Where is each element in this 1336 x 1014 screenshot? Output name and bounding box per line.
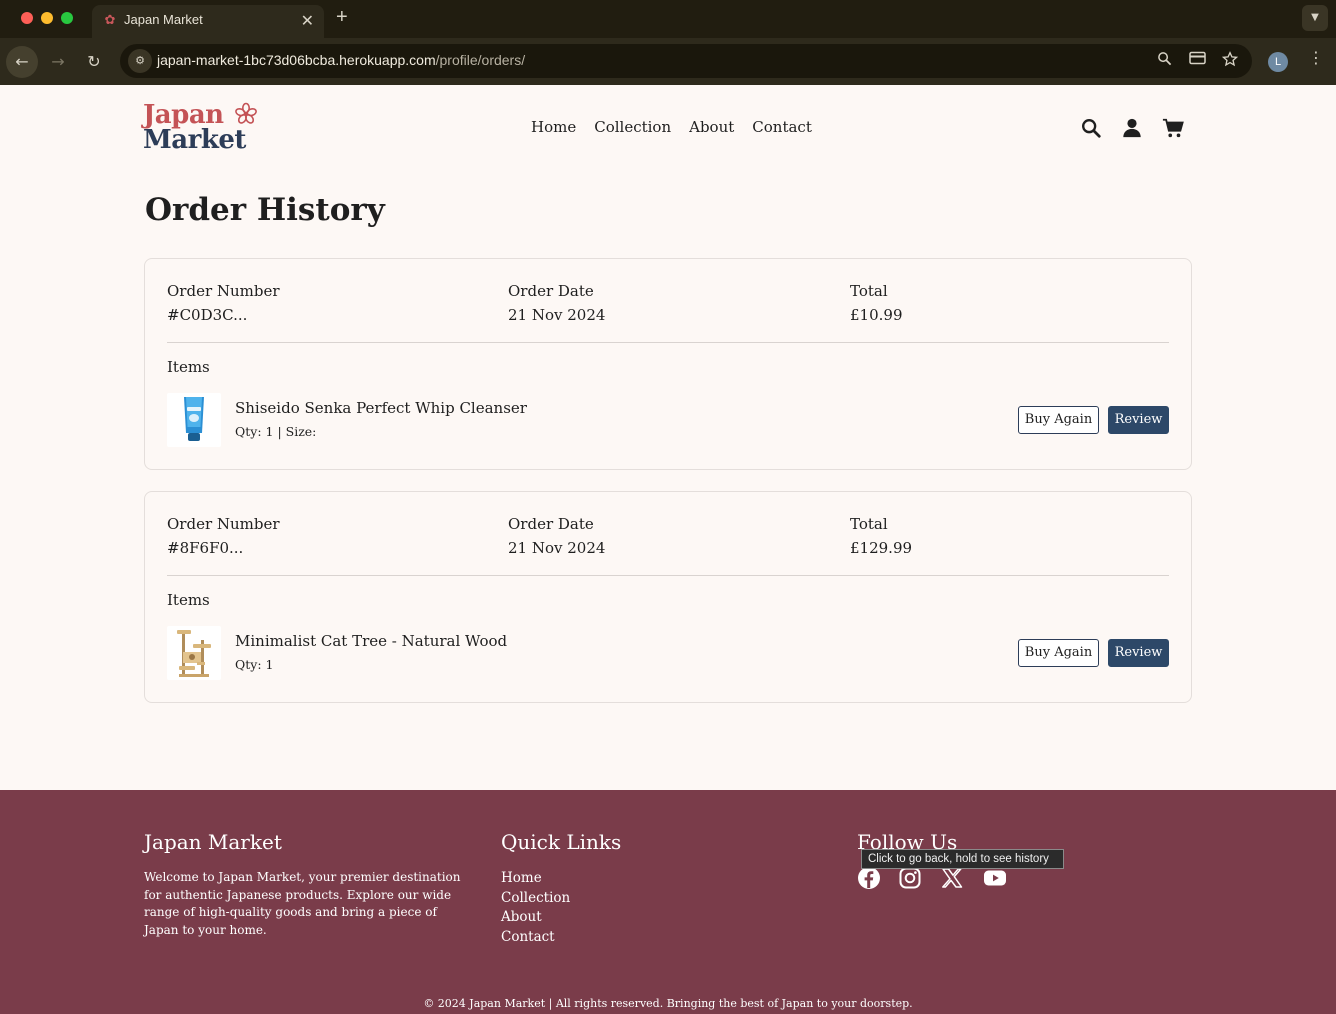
- order-date-block: Order Date 21 Nov 2024: [508, 515, 605, 557]
- order-number-block: Order Number #8F6F0...: [167, 515, 280, 557]
- order-date-label: Order Date: [508, 282, 594, 300]
- cherry-blossom-icon: [235, 102, 257, 124]
- divider: [167, 575, 1169, 576]
- footer-link-contact[interactable]: Contact: [501, 928, 621, 948]
- order-number-label: Order Number: [167, 282, 280, 300]
- profile-avatar[interactable]: L: [1268, 52, 1288, 72]
- product-thumbnail[interactable]: [167, 393, 221, 447]
- footer-about: Japan Market Welcome to Japan Market, yo…: [144, 830, 474, 939]
- divider: [167, 342, 1169, 343]
- order-total-value: £10.99: [850, 306, 903, 324]
- cart-icon[interactable]: [1162, 117, 1184, 139]
- search-icon[interactable]: [1080, 117, 1102, 139]
- order-card: Order Number #8F6F0... Order Date 21 Nov…: [144, 491, 1192, 703]
- copyright-text: © 2024 Japan Market | All rights reserve…: [423, 997, 913, 1010]
- nav-collection[interactable]: Collection: [594, 118, 671, 136]
- buy-again-button[interactable]: Buy Again: [1018, 639, 1099, 667]
- review-button[interactable]: Review: [1108, 406, 1169, 434]
- tab-strip: ✿ Japan Market ✕ + ▼: [0, 0, 1336, 38]
- footer-about-text: Welcome to Japan Market, your premier de…: [144, 870, 461, 937]
- product-thumbnail[interactable]: [167, 626, 221, 680]
- reload-icon[interactable]: ↻: [78, 46, 110, 78]
- back-button-tooltip: Click to go back, hold to see history: [861, 849, 1064, 869]
- order-total-label: Total: [850, 515, 888, 533]
- nav-home[interactable]: Home: [531, 118, 576, 136]
- user-icon[interactable]: [1121, 117, 1143, 139]
- order-date-value: 21 Nov 2024: [508, 306, 606, 324]
- main-nav: Home Collection About Contact: [531, 118, 812, 136]
- site-logo[interactable]: Japan Market: [143, 100, 261, 156]
- browser-toolbar: ← → ↻ ⚙ japan-market-1bc73d06bcba.heroku…: [0, 38, 1336, 85]
- order-total-block: Total £10.99: [850, 282, 903, 324]
- product-name[interactable]: Shiseido Senka Perfect Whip Cleanser: [235, 399, 527, 417]
- order-total-value: £129.99: [850, 539, 913, 557]
- order-date-value: 21 Nov 2024: [508, 539, 606, 557]
- site-footer: Japan Market Welcome to Japan Market, yo…: [0, 790, 1336, 1014]
- order-number-value: #8F6F0...: [167, 539, 244, 557]
- browser-chrome: ✿ Japan Market ✕ + ▼ ← → ↻ ⚙ japan-marke…: [0, 0, 1336, 85]
- minimize-window-button[interactable]: [41, 12, 53, 24]
- zoom-icon[interactable]: [1157, 51, 1172, 70]
- back-arrow-icon[interactable]: ←: [6, 46, 38, 78]
- page-title: Order History: [145, 192, 385, 228]
- forward-arrow-icon[interactable]: →: [42, 46, 74, 78]
- card-icon[interactable]: [1189, 51, 1206, 69]
- product-name[interactable]: Minimalist Cat Tree - Natural Wood: [235, 632, 507, 650]
- footer-quick-links: Quick Links Home Collection About Contac…: [501, 830, 621, 947]
- footer-link-list: Home Collection About Contact: [501, 869, 621, 947]
- address-bar[interactable]: ⚙ japan-market-1bc73d06bcba.herokuapp.co…: [120, 44, 1252, 78]
- bookmark-star-icon[interactable]: [1221, 51, 1239, 71]
- product-qty: Qty: 1: [235, 657, 274, 672]
- maximize-window-button[interactable]: [61, 12, 73, 24]
- order-number-value: #C0D3C...: [167, 306, 248, 324]
- browser-menu-icon[interactable]: ⋮: [1308, 48, 1324, 67]
- items-label: Items: [167, 358, 210, 376]
- close-window-button[interactable]: [21, 12, 33, 24]
- youtube-icon[interactable]: [983, 866, 1007, 890]
- review-button[interactable]: Review: [1108, 639, 1169, 667]
- product-qty-size: Qty: 1 | Size:: [235, 424, 317, 439]
- logo-word-market: Market: [143, 125, 246, 155]
- nav-contact[interactable]: Contact: [752, 118, 812, 136]
- flower-favicon-icon: ✿: [104, 13, 116, 28]
- url-host: japan-market-1bc73d06bcba.herokuapp.com: [157, 52, 436, 68]
- footer-link-home[interactable]: Home: [501, 869, 621, 889]
- order-number-block: Order Number #C0D3C...: [167, 282, 280, 324]
- footer-about-heading: Japan Market: [144, 830, 282, 854]
- x-icon[interactable]: [940, 866, 964, 890]
- order-card: Order Number #C0D3C... Order Date 21 Nov…: [144, 258, 1192, 470]
- url-path: /profile/orders/: [435, 52, 526, 68]
- footer-link-about[interactable]: About: [501, 908, 621, 928]
- close-tab-icon[interactable]: ✕: [301, 11, 314, 31]
- facebook-icon[interactable]: [857, 866, 881, 890]
- new-tab-icon[interactable]: +: [336, 6, 348, 29]
- order-number-label: Order Number: [167, 515, 280, 533]
- tab-title: Japan Market: [124, 12, 203, 27]
- items-label: Items: [167, 591, 210, 609]
- tab-search-chevron-icon[interactable]: ▼: [1302, 5, 1328, 31]
- footer-link-collection[interactable]: Collection: [501, 889, 621, 909]
- browser-tab[interactable]: ✿ Japan Market ✕: [92, 5, 324, 38]
- site-info-icon[interactable]: ⚙: [128, 49, 152, 73]
- buy-again-button[interactable]: Buy Again: [1018, 406, 1099, 434]
- nav-about[interactable]: About: [689, 118, 734, 136]
- order-date-block: Order Date 21 Nov 2024: [508, 282, 605, 324]
- instagram-icon[interactable]: [898, 866, 922, 890]
- order-total-label: Total: [850, 282, 888, 300]
- order-date-label: Order Date: [508, 515, 594, 533]
- footer-links-heading: Quick Links: [501, 830, 622, 854]
- url-text[interactable]: japan-market-1bc73d06bcba.herokuapp.com/…: [157, 52, 525, 68]
- order-total-block: Total £129.99: [850, 515, 912, 557]
